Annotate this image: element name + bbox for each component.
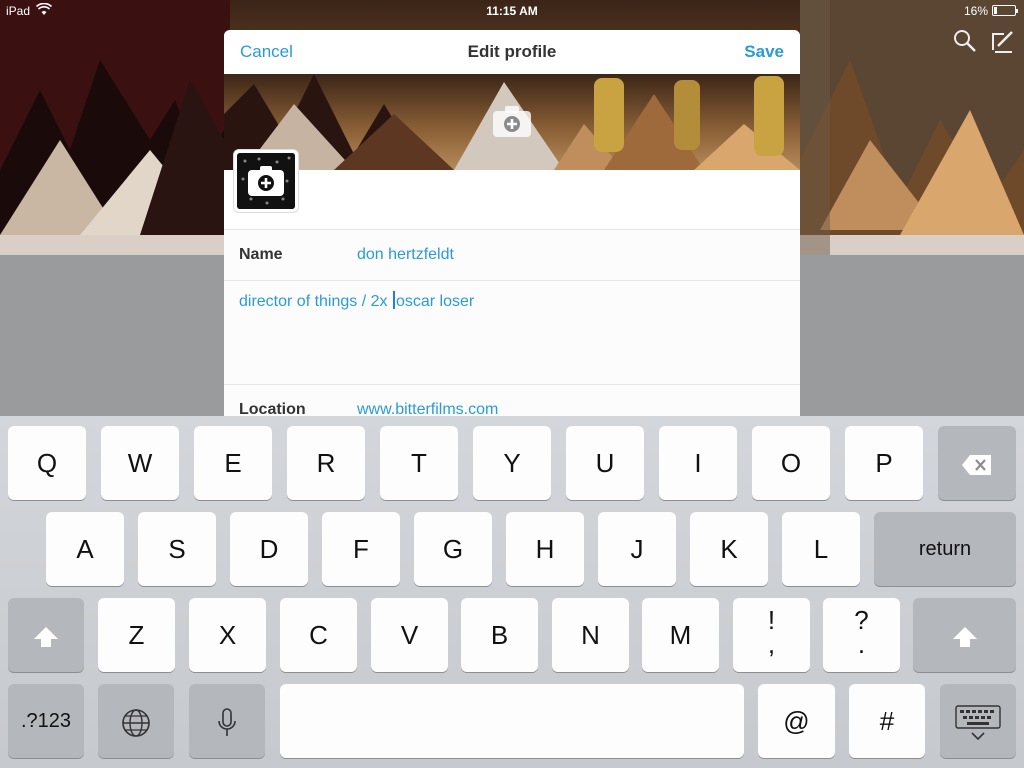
dictation-key[interactable] [189, 684, 265, 758]
space-key[interactable] [280, 684, 744, 758]
key-t[interactable]: T [380, 426, 458, 500]
name-input[interactable]: don hertzfeldt [357, 246, 454, 264]
globe-key[interactable] [98, 684, 174, 758]
key-i[interactable]: I [659, 426, 737, 500]
bio-text-before-cursor: director of things / 2x [239, 293, 392, 310]
avatar[interactable] [234, 150, 298, 212]
return-key[interactable]: return [874, 512, 1016, 586]
key-n[interactable]: N [552, 598, 629, 672]
delete-key[interactable] [938, 426, 1016, 500]
top-right-icons [944, 28, 1016, 59]
shift-key-left[interactable] [8, 598, 84, 672]
key-u[interactable]: U [566, 426, 644, 500]
key-e[interactable]: E [194, 426, 272, 500]
key-v[interactable]: V [371, 598, 448, 672]
key-m[interactable]: M [642, 598, 719, 672]
name-row[interactable]: Name don hertzfeldt [224, 229, 800, 280]
key-secondary-char: , [767, 629, 776, 659]
globe-icon [121, 706, 151, 737]
location-row[interactable]: Location www.bitterfilms.com [224, 384, 800, 420]
key-j[interactable]: J [598, 512, 676, 586]
key-l[interactable]: L [782, 512, 860, 586]
onscreen-keyboard: Q W E R T Y U I O P A S D F G H J K L re… [0, 416, 1024, 768]
save-button[interactable]: Save [744, 42, 784, 62]
edit-profile-modal: Cancel Edit profile Save Name don hertzf… [224, 30, 800, 420]
battery-icon [992, 5, 1018, 16]
bio-input[interactable]: director of things / 2x oscar loser [239, 291, 474, 311]
key-secondary-char: . [857, 629, 866, 659]
key-f[interactable]: F [322, 512, 400, 586]
text-cursor [392, 291, 395, 309]
add-photo-icon[interactable] [492, 104, 532, 143]
compose-icon[interactable] [990, 28, 1016, 54]
key-c[interactable]: C [280, 598, 357, 672]
header-photo[interactable] [224, 74, 800, 170]
key-h[interactable]: H [506, 512, 584, 586]
shift-icon [33, 620, 59, 650]
microphone-icon [217, 706, 237, 737]
battery-level-fill [994, 7, 997, 14]
key-z[interactable]: Z [98, 598, 175, 672]
avatar-image [237, 153, 295, 209]
shift-icon [952, 620, 978, 650]
at-key[interactable]: @ [758, 684, 835, 758]
key-p[interactable]: P [845, 426, 923, 500]
hide-keyboard-key[interactable] [940, 684, 1016, 758]
key-k[interactable]: K [690, 512, 768, 586]
bio-row[interactable]: director of things / 2x oscar loser [224, 280, 800, 384]
key-exclamation-comma[interactable]: ! , [733, 598, 810, 672]
battery-percent: 16% [963, 4, 988, 18]
key-g[interactable]: G [414, 512, 492, 586]
key-d[interactable]: D [230, 512, 308, 586]
key-y[interactable]: Y [473, 426, 551, 500]
modal-header: Cancel Edit profile Save [224, 30, 800, 74]
modal-title: Edit profile [467, 42, 557, 61]
delete-icon [961, 448, 993, 478]
key-w[interactable]: W [101, 426, 179, 500]
numbers-key[interactable]: .?123 [8, 684, 84, 758]
status-bar: iPad 11:15 AM 16% [0, 0, 1024, 22]
hide-keyboard-icon [955, 705, 1001, 741]
bio-text-after-cursor: oscar loser [395, 293, 475, 310]
key-r[interactable]: R [287, 426, 365, 500]
key-b[interactable]: B [461, 598, 538, 672]
search-icon[interactable] [952, 28, 978, 54]
name-label: Name [239, 246, 283, 263]
shift-key-right[interactable] [913, 598, 1016, 672]
key-x[interactable]: X [189, 598, 266, 672]
hash-key[interactable]: # [849, 684, 925, 758]
key-q[interactable]: Q [8, 426, 86, 500]
key-s[interactable]: S [138, 512, 216, 586]
key-question-period[interactable]: ? . [823, 598, 900, 672]
key-a[interactable]: A [46, 512, 124, 586]
status-time: 11:15 AM [486, 4, 538, 18]
key-o[interactable]: O [752, 426, 830, 500]
